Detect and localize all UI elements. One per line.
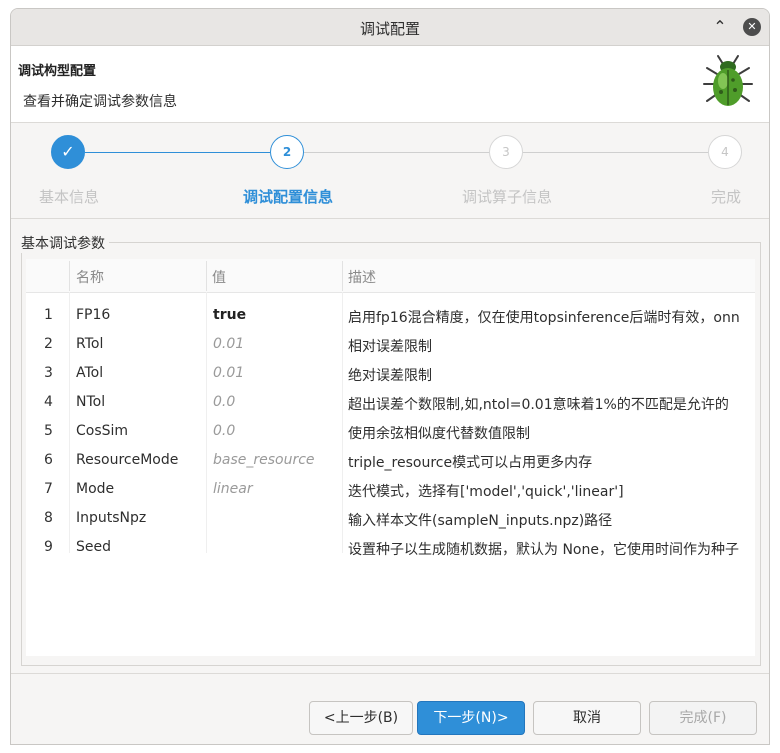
- step-connector: [85, 152, 270, 153]
- param-desc: 启用fp16混合精度，仅在使用topsinference后端时有效，onn: [348, 310, 740, 326]
- param-value[interactable]: 0.01: [213, 365, 244, 381]
- param-desc: 输入样本文件(sampleN_inputs.npz)路径: [348, 513, 613, 529]
- row-index: 6: [44, 452, 53, 468]
- step-1-check-icon: ✓: [51, 135, 85, 169]
- param-name: ResourceMode: [76, 452, 179, 468]
- param-value[interactable]: 0.01: [213, 336, 244, 352]
- param-value[interactable]: 0.0: [213, 423, 235, 439]
- param-desc: triple_resource模式可以占用更多内存: [348, 455, 593, 471]
- step-connector: [304, 152, 489, 153]
- page-subtitle: 查看并确定调试参数信息: [23, 94, 177, 110]
- param-desc: 相对误差限制: [348, 339, 432, 355]
- window-title: 调试配置: [359, 20, 420, 38]
- param-desc: 迭代模式，选择有['model','quick','linear']: [348, 484, 624, 500]
- page-title: 调试构型配置: [18, 64, 97, 79]
- table-row[interactable]: 7 Mode linear 迭代模式，选择有['model','quick','…: [26, 476, 755, 505]
- param-value[interactable]: base_resource: [213, 452, 315, 468]
- title-bar: 调试配置 ⌃ ✕: [11, 9, 769, 46]
- row-index: 7: [44, 481, 53, 497]
- param-name: ATol: [76, 365, 104, 381]
- table-header: 名称 值 描述: [26, 259, 755, 293]
- param-desc: 超出误差个数限制,如,ntol=0.01意味着1%的不匹配是允许的: [348, 397, 729, 413]
- finish-button[interactable]: 完成(F): [649, 701, 757, 735]
- step-3-circle: 3: [489, 135, 523, 169]
- param-value[interactable]: 0.0: [213, 394, 235, 410]
- param-name: Mode: [76, 481, 115, 497]
- step-1-label: 基本信息: [39, 188, 100, 206]
- row-index: 8: [44, 510, 53, 526]
- button-bar: <上一步(B) 下一步(N)> 取消 完成(F): [11, 673, 769, 744]
- column-header-name[interactable]: 名称: [76, 267, 104, 287]
- column-header-value[interactable]: 值: [212, 267, 226, 287]
- row-index: 3: [44, 365, 53, 381]
- divider: [11, 218, 769, 219]
- param-name: Seed: [76, 539, 111, 555]
- cancel-button[interactable]: 取消: [533, 701, 641, 735]
- table-row[interactable]: 9 Seed 设置种子以生成随机数据，默认为 None，它使用时间作为种子: [26, 534, 755, 563]
- param-name: RTol: [76, 336, 104, 352]
- wizard-header: 调试构型配置 查看并确定调试参数信息: [11, 46, 769, 123]
- table-row[interactable]: 6 ResourceMode base_resource triple_reso…: [26, 447, 755, 476]
- dialog-window: 调试配置 ⌃ ✕ 调试构型配置 查看并确定调试参数信息 ✓ 2 3 4 基本信息: [10, 8, 770, 745]
- row-index: 5: [44, 423, 53, 439]
- table-row[interactable]: 5 CosSim 0.0 使用余弦相似度代替数值限制: [26, 418, 755, 447]
- param-name: NTol: [76, 394, 106, 410]
- row-index: 1: [44, 307, 53, 323]
- next-button[interactable]: 下一步(N)>: [417, 701, 525, 735]
- param-value[interactable]: linear: [213, 481, 253, 497]
- param-name: CosSim: [76, 423, 129, 439]
- column-divider: [69, 261, 70, 291]
- step-3-label: 调试算子信息: [462, 188, 553, 206]
- table-row[interactable]: 2 RTol 0.01 相对误差限制: [26, 331, 755, 360]
- param-desc: 设置种子以生成随机数据，默认为 None，它使用时间作为种子: [348, 542, 739, 558]
- step-2-circle: 2: [270, 135, 304, 169]
- step-4-circle: 4: [708, 135, 742, 169]
- column-divider: [206, 261, 207, 291]
- row-index: 9: [44, 539, 53, 555]
- table-row[interactable]: 4 NTol 0.0 超出误差个数限制,如,ntol=0.01意味着1%的不匹配…: [26, 389, 755, 418]
- bug-icon: [703, 55, 753, 106]
- group-title: 基本调试参数: [21, 233, 109, 253]
- column-divider: [342, 261, 343, 291]
- param-value[interactable]: true: [213, 307, 246, 323]
- step-4-label: 完成: [711, 188, 742, 206]
- table-row[interactable]: 3 ATol 0.01 绝对误差限制: [26, 360, 755, 389]
- back-button[interactable]: <上一步(B): [309, 701, 413, 735]
- column-header-desc[interactable]: 描述: [348, 267, 376, 287]
- param-name: FP16: [76, 307, 111, 323]
- table-row[interactable]: 1 FP16 true 启用fp16混合精度，仅在使用topsinference…: [26, 302, 755, 331]
- wizard-steps: ✓ 2 3 4 基本信息 调试配置信息 调试算子信息 完成: [11, 123, 769, 219]
- minimize-button[interactable]: ⌃: [711, 18, 729, 36]
- row-index: 2: [44, 336, 53, 352]
- params-table[interactable]: 名称 值 描述 1 FP16 true 启用fp16混合精度，仅在使用topsi…: [26, 259, 755, 656]
- row-index: 4: [44, 394, 53, 410]
- param-name: InputsNpz: [76, 510, 147, 526]
- param-desc: 绝对误差限制: [348, 368, 432, 384]
- param-desc: 使用余弦相似度代替数值限制: [348, 426, 530, 442]
- step-connector: [523, 152, 708, 153]
- step-2-label: 调试配置信息: [243, 188, 334, 206]
- table-row[interactable]: 8 InputsNpz 输入样本文件(sampleN_inputs.npz)路径: [26, 505, 755, 534]
- close-button[interactable]: ✕: [743, 18, 761, 36]
